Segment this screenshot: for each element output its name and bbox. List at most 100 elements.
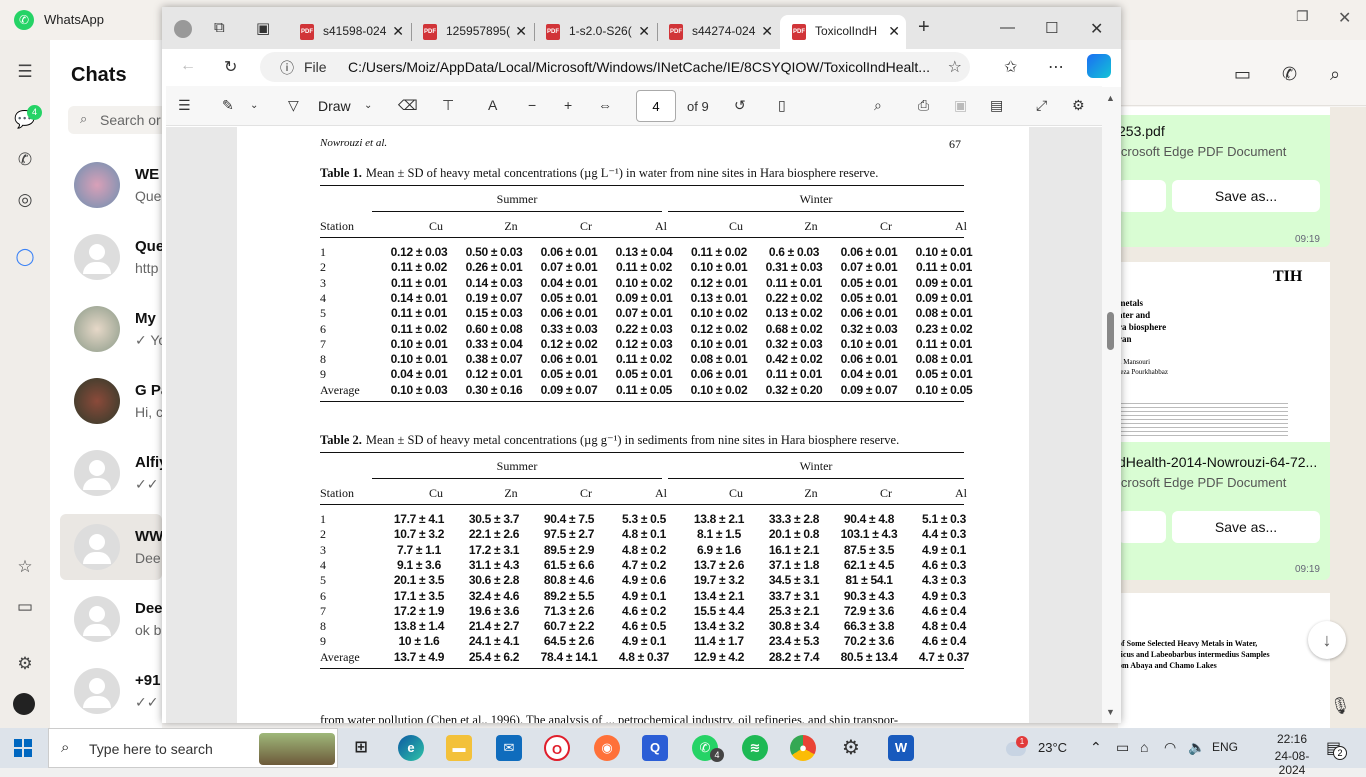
- clock-time[interactable]: 22:16: [1262, 732, 1322, 746]
- microphone-icon[interactable]: 🎙: [1330, 696, 1350, 716]
- save-icon[interactable]: ▣: [954, 97, 967, 114]
- minimize-icon[interactable]: —: [1000, 19, 1015, 36]
- meta-ai-icon[interactable]: ◯: [13, 245, 37, 269]
- chat-item[interactable]: WE Que: [60, 152, 162, 218]
- address-bar[interactable]: ⓘ File C:/Users/Moiz/AppData/Local/Micro…: [260, 52, 970, 82]
- chrome-app-icon[interactable]: ●: [790, 735, 816, 761]
- video-call-icon[interactable]: ▭: [1234, 64, 1251, 85]
- meet-now-icon[interactable]: ▭: [1116, 739, 1129, 756]
- chevron-up-icon[interactable]: ⌃: [1090, 739, 1102, 756]
- fullscreen-icon[interactable]: ⤢: [1036, 97, 1047, 114]
- task-view-icon[interactable]: ⊞: [348, 735, 374, 761]
- chat-item[interactable]: +91 ✓✓ T: [60, 658, 162, 724]
- chat-item[interactable]: Alfiy ✓✓ Y: [60, 440, 162, 506]
- tab-actions-icon[interactable]: ▣: [256, 19, 270, 37]
- fit-width-icon[interactable]: ⇔: [598, 97, 612, 113]
- chat-item-selected[interactable]: WW Dee: [60, 514, 162, 580]
- firefox-app-icon[interactable]: ◉: [594, 735, 620, 761]
- zoom-out-icon[interactable]: −: [528, 97, 536, 113]
- read-aloud-icon[interactable]: A: [488, 97, 497, 113]
- print-icon[interactable]: ⎙: [918, 97, 929, 114]
- copilot-icon[interactable]: [1087, 54, 1111, 78]
- scroll-down-icon[interactable]: ▼: [1106, 707, 1115, 717]
- chat-item[interactable]: My ✓ Yo: [60, 296, 162, 362]
- save-as-icon[interactable]: ▤: [990, 97, 1003, 114]
- eraser-icon[interactable]: ⌫: [398, 97, 418, 114]
- clock-date[interactable]: 24-08-2024: [1262, 749, 1322, 777]
- search-icon[interactable]: ⌕: [874, 97, 882, 114]
- archived-icon[interactable]: ▭: [13, 595, 37, 619]
- refresh-icon[interactable]: ↻: [224, 57, 237, 77]
- close-icon[interactable]: ✕: [1338, 8, 1351, 28]
- close-tab-icon[interactable]: ✕: [392, 23, 404, 40]
- address-url[interactable]: C:/Users/Moiz/AppData/Local/Microsoft/Wi…: [348, 59, 930, 75]
- open-button[interactable]: [1118, 511, 1166, 543]
- scroll-up-icon[interactable]: ▲: [1106, 93, 1115, 103]
- qbittorrent-app-icon[interactable]: Q: [642, 735, 668, 761]
- scroll-down-button[interactable]: ↓: [1308, 621, 1346, 659]
- favorite-star-icon[interactable]: ☆: [948, 57, 962, 77]
- profile-icon[interactable]: [174, 20, 192, 38]
- back-icon[interactable]: ←: [180, 57, 196, 75]
- opera-app-icon[interactable]: O: [544, 735, 570, 761]
- chat-item[interactable]: G Pa Hi, c: [60, 368, 162, 434]
- settings-icon[interactable]: ⚙: [1072, 97, 1085, 114]
- rotate-icon[interactable]: ↺: [734, 97, 746, 114]
- page-view-icon[interactable]: ▯: [778, 97, 786, 114]
- more-options-icon[interactable]: ⋯: [1048, 57, 1064, 77]
- taskbar-search-input[interactable]: ⌕ Type here to search: [48, 728, 338, 768]
- save-as-button[interactable]: Save as...: [1172, 511, 1320, 543]
- restore-icon[interactable]: ❐: [1296, 8, 1309, 25]
- chat-item[interactable]: Dee ok b: [60, 586, 162, 652]
- spotify-app-icon[interactable]: ≋: [742, 735, 768, 761]
- file-explorer-icon[interactable]: ▬: [446, 735, 472, 761]
- wifi-icon[interactable]: ◠: [1164, 739, 1176, 756]
- maximize-icon[interactable]: ☐: [1045, 19, 1058, 37]
- favorites-icon[interactable]: ✩: [1004, 57, 1017, 77]
- open-button[interactable]: [1118, 180, 1166, 212]
- close-tab-icon[interactable]: ✕: [888, 23, 900, 40]
- draw-button[interactable]: Draw: [318, 98, 351, 114]
- menu-icon[interactable]: ☰: [13, 60, 37, 84]
- close-tab-icon[interactable]: ✕: [761, 23, 773, 40]
- word-app-icon[interactable]: W: [888, 735, 914, 761]
- scrollbar-thumb[interactable]: [1107, 312, 1114, 350]
- vertical-scrollbar[interactable]: ▲ ▼: [1102, 87, 1121, 723]
- tab[interactable]: PDF 125957895( ✕: [411, 15, 533, 49]
- temperature[interactable]: 23°C: [1038, 740, 1067, 755]
- chevron-down-icon[interactable]: ⌄: [364, 100, 372, 111]
- page-number-input[interactable]: 4: [636, 90, 676, 122]
- network-icon[interactable]: ⌂: [1140, 739, 1148, 755]
- workspaces-icon[interactable]: ⧉: [214, 19, 225, 36]
- info-icon[interactable]: ⓘ: [280, 58, 294, 78]
- settings-app-icon[interactable]: ⚙: [838, 735, 864, 761]
- mail-app-icon[interactable]: ✉: [496, 735, 522, 761]
- new-tab-icon[interactable]: +: [918, 16, 930, 39]
- windows-start-icon[interactable]: [14, 739, 32, 757]
- status-icon[interactable]: ◎: [13, 188, 37, 212]
- zoom-in-icon[interactable]: +: [564, 97, 572, 113]
- tab[interactable]: PDF s44274-024 ✕: [657, 15, 779, 49]
- settings-icon[interactable]: ⚙: [13, 652, 37, 676]
- edge-app-icon[interactable]: e: [398, 735, 424, 761]
- calls-icon[interactable]: ✆: [13, 148, 37, 172]
- weather-icon[interactable]: 1: [1006, 736, 1028, 760]
- language-indicator[interactable]: ENG: [1212, 740, 1238, 754]
- highlight-icon[interactable]: ✎: [222, 97, 234, 114]
- close-window-icon[interactable]: ✕: [1090, 19, 1103, 39]
- starred-icon[interactable]: ☆: [13, 555, 37, 579]
- volume-icon[interactable]: 🔈: [1188, 739, 1205, 756]
- close-tab-icon[interactable]: ✕: [638, 23, 650, 40]
- voice-call-icon[interactable]: ✆: [1282, 64, 1297, 85]
- tab[interactable]: PDF 1-s2.0-S26( ✕: [534, 15, 656, 49]
- text-box-icon[interactable]: ⊤: [442, 97, 454, 114]
- chevron-down-icon[interactable]: ⌄: [250, 100, 258, 111]
- profile-avatar[interactable]: [13, 693, 35, 715]
- tab[interactable]: PDF s41598-024 ✕: [288, 15, 410, 49]
- save-as-button[interactable]: Save as...: [1172, 180, 1320, 212]
- draw-icon[interactable]: ▽: [288, 97, 299, 114]
- contents-icon[interactable]: ☰: [178, 97, 191, 114]
- tab-active[interactable]: PDF ToxicolIndH ✕: [780, 15, 906, 49]
- close-tab-icon[interactable]: ✕: [515, 23, 527, 40]
- search-icon[interactable]: ⌕: [1330, 64, 1340, 85]
